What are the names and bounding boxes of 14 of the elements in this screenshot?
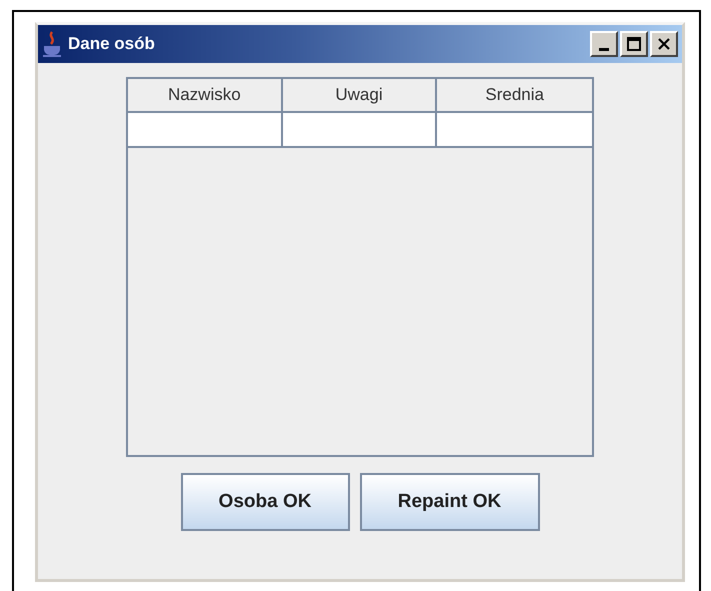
coffee-cup-icon: [42, 30, 64, 58]
action-button[interactable]: Repaint OK: [360, 473, 540, 531]
maximize-button[interactable]: [620, 31, 648, 57]
column-header[interactable]: Srednia: [437, 79, 592, 111]
maximize-icon: [627, 37, 641, 51]
column-header[interactable]: Nazwisko: [128, 79, 283, 111]
window-title: Dane osób: [68, 33, 155, 56]
column-header[interactable]: Uwagi: [282, 79, 438, 111]
close-icon: [657, 37, 671, 51]
close-button[interactable]: [650, 31, 678, 57]
minimize-icon: [599, 48, 609, 51]
minimize-button[interactable]: [590, 31, 618, 57]
empty-table-row[interactable]: [128, 113, 592, 148]
action-button[interactable]: Osoba OK: [180, 473, 350, 531]
